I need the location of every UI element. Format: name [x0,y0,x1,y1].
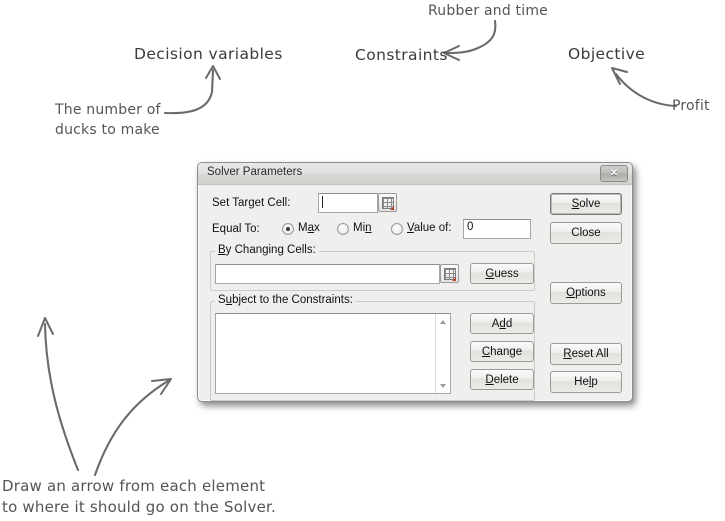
by-changing-cells-input[interactable] [215,264,440,284]
annotation-constraints: Constraints [355,46,448,64]
annotation-rubber-and-time: Rubber and time [428,3,548,19]
radio-value-of-label: Value of: [407,222,452,234]
solver-parameters-dialog: Solver Parameters ✕ Set Target Cell: Equ… [197,162,633,402]
equal-to-label: Equal To: [212,223,260,235]
options-button[interactable]: Options [550,282,622,304]
help-button-label: Help [574,376,598,388]
help-button[interactable]: Help [550,371,622,393]
close-icon[interactable]: ✕ [600,165,628,182]
guess-button-label: Guess [485,267,519,280]
annotation-decision-variables: Decision variables [134,45,283,63]
options-button-label: Options [566,287,606,299]
set-target-cell-range-picker-icon[interactable] [378,193,397,212]
subject-to-constraints-legend: Subject to the Constraints: [215,294,356,306]
delete-button[interactable]: Delete [470,369,534,390]
picker-arrow-icon [452,277,456,281]
close-button[interactable]: Close [550,222,622,244]
text-caret [322,196,323,208]
change-button-label: Change [481,345,523,358]
arrow-bottom-left [43,322,80,472]
instruction-line-1: Draw an arrow from each element [2,477,266,495]
constraints-scrollbar[interactable] [435,314,450,393]
change-button[interactable]: Change [470,341,534,362]
value-of-input[interactable]: 0 [463,219,531,239]
set-target-cell-label: Set Target Cell: [212,197,291,209]
by-changing-cells-range-picker-icon[interactable] [440,264,459,283]
guess-button[interactable]: Guess [470,263,534,284]
arrow-objective [614,72,678,108]
add-button[interactable]: Add [470,313,534,334]
add-button-label: Add [491,317,513,330]
radio-min-dot[interactable] [337,223,349,235]
reset-all-button-label: Reset All [563,348,609,360]
annotation-ducks-note-line1: The number of [55,102,161,118]
reset-all-button[interactable]: Reset All [550,343,622,365]
annotation-objective: Objective [568,45,646,63]
close-icon-glyph: ✕ [609,168,619,179]
annotation-profit: Profit [672,98,710,114]
arrow-bottom-right [93,379,170,477]
dialog-title: Solver Parameters [207,166,303,178]
scroll-down-arrow-icon[interactable] [436,378,451,393]
radio-value-of-dot[interactable] [391,223,403,235]
dialog-body: Set Target Cell: Equal To: Max Min Value… [198,185,632,402]
dialog-title-bar[interactable]: Solver Parameters ✕ [198,163,632,185]
radio-min-label: Min [353,222,372,234]
by-changing-cells-legend: By Changing Cells: [215,244,319,256]
arrow-decision-variables [163,68,215,115]
value-of-value: 0 [467,221,474,233]
radio-max-dot[interactable] [282,223,294,235]
set-target-cell-input[interactable] [318,193,378,213]
solve-button[interactable]: Solve [550,193,622,215]
radio-max-label: Max [298,222,320,234]
picker-arrow-icon [390,206,394,210]
close-button-label: Close [571,227,601,239]
scroll-up-arrow-icon[interactable] [436,314,451,329]
delete-button-label: Delete [485,373,519,386]
arrow-constraints [445,19,497,55]
constraints-listbox[interactable] [215,313,451,394]
instruction-line-2: to where it should go on the Solver. [2,498,276,516]
solve-button-label: Solve [571,198,601,210]
annotation-ducks-note-line2: ducks to make [55,122,160,138]
